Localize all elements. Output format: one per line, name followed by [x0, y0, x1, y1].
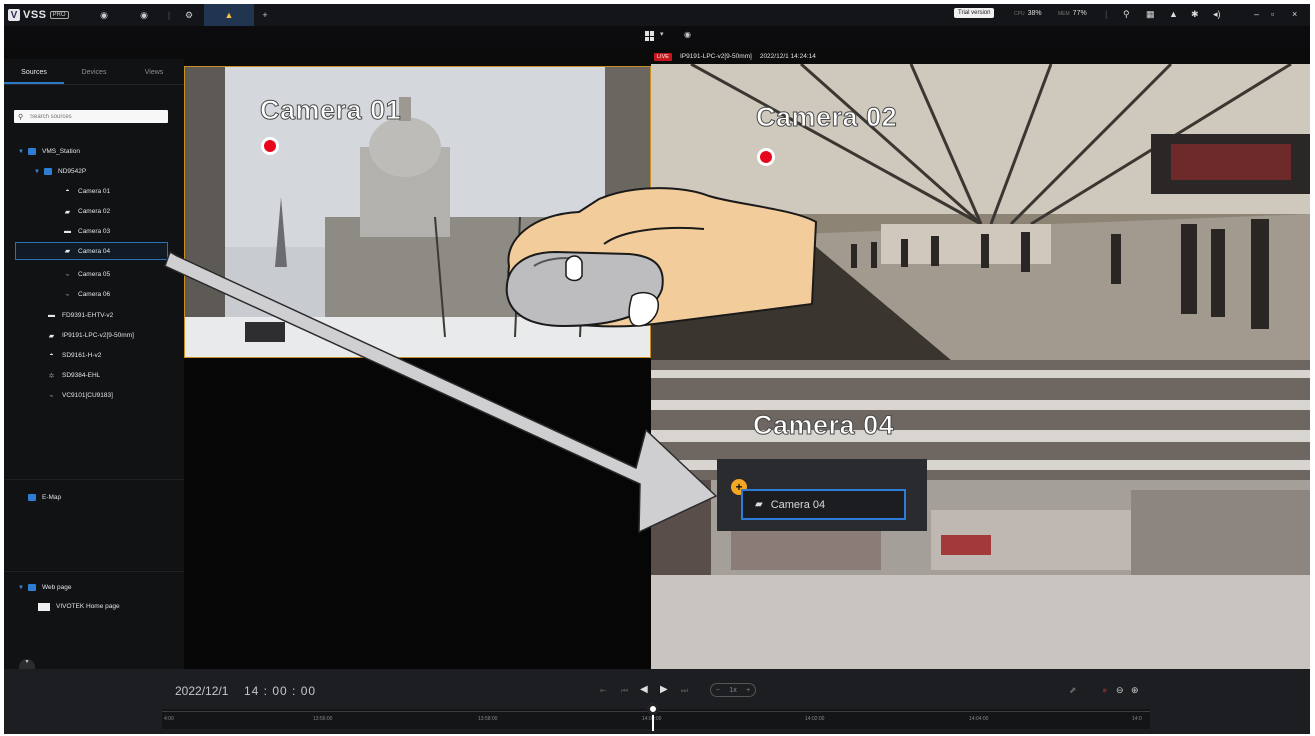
tick-label: 13:58:00	[478, 716, 498, 722]
drag-overlay	[164, 187, 818, 534]
record-icon[interactable]: ●	[1102, 685, 1107, 695]
play-reverse-button[interactable]: ◀	[640, 684, 648, 695]
tick-label: 14:0	[1132, 716, 1142, 722]
zoom-out-icon[interactable]: ⊖	[1116, 685, 1124, 696]
drag-camera-chip[interactable]: ▰ Camera 04	[741, 489, 906, 520]
skip-back-icon[interactable]: ⏮	[621, 686, 628, 696]
hand-mouse-icon	[505, 187, 818, 328]
bullet-camera-icon: ▰	[755, 499, 763, 510]
play-button[interactable]: ▶	[660, 684, 668, 695]
zoom-in-icon[interactable]: ⊕	[1131, 685, 1139, 696]
tick-label: 13:56:00	[313, 716, 333, 722]
speed-control[interactable]: − 1x +	[710, 683, 756, 697]
tick-label: 14:04:00	[969, 716, 989, 722]
timeline-date[interactable]: 2022/12/1	[175, 684, 228, 698]
vss-window: V VSS PRO ◉ ◉ | ⚙ ▲ + Trial version CPU 3…	[4, 4, 1310, 734]
playhead-handle[interactable]	[647, 703, 659, 715]
previous-event-icon[interactable]: ⇤	[600, 686, 607, 695]
tick-label: 14:02:00	[805, 716, 825, 722]
minus-icon[interactable]: −	[716, 687, 720, 694]
tick-label: 4:00	[164, 716, 174, 722]
skip-forward-icon[interactable]: ⏭	[681, 686, 688, 696]
plus-icon[interactable]: +	[746, 687, 750, 694]
playback-timeline: 2022/12/1 14 : 00 : 00 ⇤ ⏮ ◀ ▶ ⏭ − 1x + …	[4, 669, 1310, 734]
export-icon[interactable]: ⬈	[1069, 685, 1077, 696]
drag-camera-label: Camera 04	[770, 498, 826, 511]
drop-target-popup: + ▰ Camera 04	[717, 459, 927, 531]
timeline-time[interactable]: 14 : 00 : 00	[244, 684, 316, 698]
speed-value: 1x	[729, 686, 737, 694]
